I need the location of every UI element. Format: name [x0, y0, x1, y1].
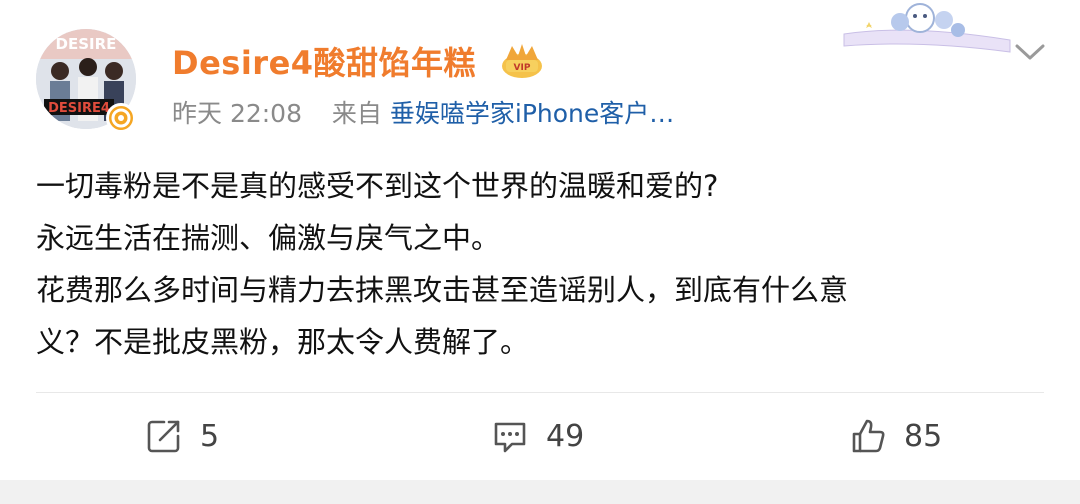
- like-count: 85: [904, 418, 943, 454]
- thumbs-up-icon: [852, 419, 885, 453]
- like-button[interactable]: 85: [848, 412, 942, 460]
- source-link[interactable]: 垂娱嗑学家iPhone客户…: [390, 99, 674, 128]
- repost-button[interactable]: 5: [144, 412, 219, 460]
- username[interactable]: Desire4酸甜馅年糕: [172, 38, 476, 84]
- crown-badge-icon[interactable]: VIP: [496, 40, 548, 80]
- svg-text:VIP: VIP: [514, 63, 531, 73]
- source-prefix: 来自: [331, 99, 382, 128]
- repost-icon: [147, 420, 180, 453]
- chevron-down-icon[interactable]: [1012, 40, 1048, 64]
- post-meta: 昨天 22:08 来自 垂娱嗑学家iPhone客户…: [172, 94, 674, 130]
- bottom-separator: [0, 480, 1080, 504]
- post-content: 一切毒粉是不是真的感受不到这个世界的温暖和爱的? 永远生活在揣测、偏激与戾气之中…: [36, 169, 849, 359]
- svg-text:DESIRE: DESIRE: [56, 35, 117, 53]
- comment-count: 49: [546, 418, 585, 454]
- svg-text:DESIRE4: DESIRE4: [48, 101, 110, 116]
- comment-icon: [494, 422, 526, 453]
- repost-count: 5: [200, 418, 220, 454]
- comment-button[interactable]: 49: [490, 412, 584, 460]
- decorative-sticker: [843, 3, 1011, 53]
- post-time: 昨天 22:08: [172, 99, 302, 128]
- divider: [36, 392, 1044, 393]
- verified-badge-icon: [106, 103, 136, 133]
